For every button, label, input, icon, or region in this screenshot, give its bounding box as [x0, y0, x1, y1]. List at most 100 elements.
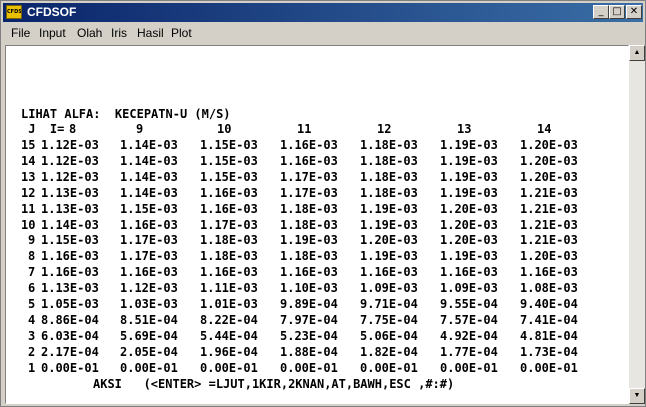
table-cell: 1.09E-03 [360, 281, 418, 296]
table-cell: 4.81E-04 [520, 328, 578, 343]
row-index: 10 [21, 217, 36, 232]
table-cell: 1.11E-03 [200, 281, 258, 296]
table-cell: 1.16E-03 [41, 249, 99, 264]
table-cell: 1.20E-03 [440, 217, 498, 232]
maximize-button[interactable]: □ [609, 5, 625, 19]
table-cell: 1.82E-04 [360, 344, 418, 359]
table-cell: 1.20E-03 [520, 138, 578, 152]
table-cell: 1.15E-03 [41, 233, 99, 248]
window-title: CFDSOF [27, 5, 77, 19]
table-cell: 1.77E-04 [440, 344, 498, 359]
column-header-cell: 11 [297, 122, 312, 136]
title-bar[interactable]: CFDSOF CFDSOF _ □ ✕ [3, 3, 643, 22]
table-cell: 1.10E-03 [280, 281, 338, 296]
minimize-button[interactable]: _ [593, 5, 609, 19]
table-cell: 1.16E-03 [200, 201, 258, 216]
table-cell: 1.21E-03 [520, 201, 578, 216]
table-cell: 1.96E-04 [200, 344, 258, 359]
table-cell: 8.22E-04 [200, 312, 258, 327]
table-cell: 1.19E-03 [440, 249, 498, 264]
table-cell: 1.19E-03 [360, 201, 418, 216]
table-cell: 1.09E-03 [440, 281, 498, 296]
table-cell: 1.21E-03 [520, 185, 578, 200]
scroll-down-button[interactable]: ▼ [629, 388, 645, 404]
vertical-scrollbar[interactable]: ▲ ▼ [629, 45, 645, 404]
action-prompt: AKSI (<ENTER> =LJUT,1KIR,2KNAN,AT,BAWH,E… [93, 377, 455, 391]
row-index: 6 [28, 281, 36, 296]
table-cell: 6.03E-04 [41, 328, 99, 343]
table-cell: 8.51E-04 [120, 312, 178, 327]
row-index: 12 [21, 185, 36, 200]
table-cell: 1.20E-03 [360, 233, 418, 248]
row-index: 14 [21, 153, 36, 168]
table-cell: 1.16E-03 [520, 265, 578, 280]
table-cell: 1.21E-03 [520, 233, 578, 248]
app-window: CFDSOF CFDSOF _ □ ✕ File Input Olah Iris… [0, 0, 646, 407]
table-cell: 1.13E-03 [41, 185, 99, 200]
table-cell: 7.75E-04 [360, 312, 418, 327]
table-cell: 1.88E-04 [280, 344, 338, 359]
row-index: 1 [28, 360, 36, 375]
table-cell: 5.69E-04 [120, 328, 178, 343]
table-cell: 8.86E-04 [41, 312, 99, 327]
table-cell: 1.14E-03 [120, 153, 178, 168]
table-cell: 1.17E-03 [120, 249, 178, 264]
table-cell: 1.14E-03 [120, 169, 178, 184]
table-cell: 1.18E-03 [360, 185, 418, 200]
menu-plot[interactable]: Plot [171, 26, 192, 40]
table-cell: 1.19E-03 [360, 217, 418, 232]
table-cell: 0.00E-01 [440, 360, 498, 375]
table-cell: 1.16E-03 [360, 265, 418, 280]
table-cell: 1.14E-03 [120, 138, 178, 152]
table-cell: 0.00E-01 [120, 360, 178, 375]
table-cell: 1.18E-03 [360, 169, 418, 184]
table-cell: 1.13E-03 [41, 201, 99, 216]
table-cell: 1.18E-03 [280, 201, 338, 216]
menu-olah[interactable]: Olah [77, 26, 102, 40]
console-area[interactable]: LIHAT ALFA: KECEPATN-U (M/S) J I= 8 9 10 11… [5, 45, 629, 404]
table-cell: 7.57E-04 [440, 312, 498, 327]
table-cell: 0.00E-01 [200, 360, 258, 375]
table-cell: 1.19E-03 [360, 249, 418, 264]
menu-iris[interactable]: Iris [111, 26, 127, 40]
app-icon[interactable]: CFDSOF [6, 5, 22, 19]
table-cell: 5.23E-04 [280, 328, 338, 343]
table-cell: 1.16E-03 [280, 153, 338, 168]
row-index: 7 [28, 265, 36, 280]
table-cell: 1.15E-03 [200, 138, 258, 152]
menu-input[interactable]: Input [39, 26, 66, 40]
table-cell: 0.00E-01 [520, 360, 578, 375]
table-cell: 9.71E-04 [360, 297, 418, 311]
table-cell: 1.19E-03 [440, 169, 498, 184]
table-cell: 1.73E-04 [520, 344, 578, 359]
table-cell: 1.16E-03 [200, 265, 258, 280]
row-index: 3 [28, 328, 36, 343]
scroll-up-button[interactable]: ▲ [629, 45, 645, 61]
table-cell: 1.18E-03 [360, 153, 418, 168]
close-button[interactable]: ✕ [626, 5, 642, 19]
table-cell: 9.89E-04 [280, 297, 338, 311]
table-cell: 1.16E-03 [440, 265, 498, 280]
column-header-cell: 8 [69, 122, 77, 136]
row-index: 11 [21, 201, 36, 216]
table-cell: 2.17E-04 [41, 344, 99, 359]
table-cell: 5.44E-04 [200, 328, 258, 343]
table-cell: 5.06E-04 [360, 328, 418, 343]
table-cell: 1.18E-03 [200, 249, 258, 264]
table-cell: 1.12E-03 [41, 138, 99, 152]
console-heading: LIHAT ALFA: KECEPATN-U (M/S) [21, 107, 231, 121]
table-cell: 1.14E-03 [41, 217, 99, 232]
table-cell: 1.15E-03 [200, 153, 258, 168]
menu-bar: File Input Olah Iris Hasil Plot [3, 23, 643, 43]
table-cell: 0.00E-01 [41, 360, 99, 375]
table-cell: 0.00E-01 [280, 360, 338, 375]
menu-hasil[interactable]: Hasil [137, 26, 164, 40]
column-header-cell: 10 [217, 122, 232, 136]
table-cell: 1.05E-03 [41, 297, 99, 311]
table-cell: 1.20E-03 [520, 249, 578, 264]
table-cell: 1.17E-03 [120, 233, 178, 248]
menu-file[interactable]: File [11, 26, 30, 40]
table-cell: 4.92E-04 [440, 328, 498, 343]
column-header-label: J I= [21, 122, 65, 136]
table-cell: 1.18E-03 [280, 249, 338, 264]
